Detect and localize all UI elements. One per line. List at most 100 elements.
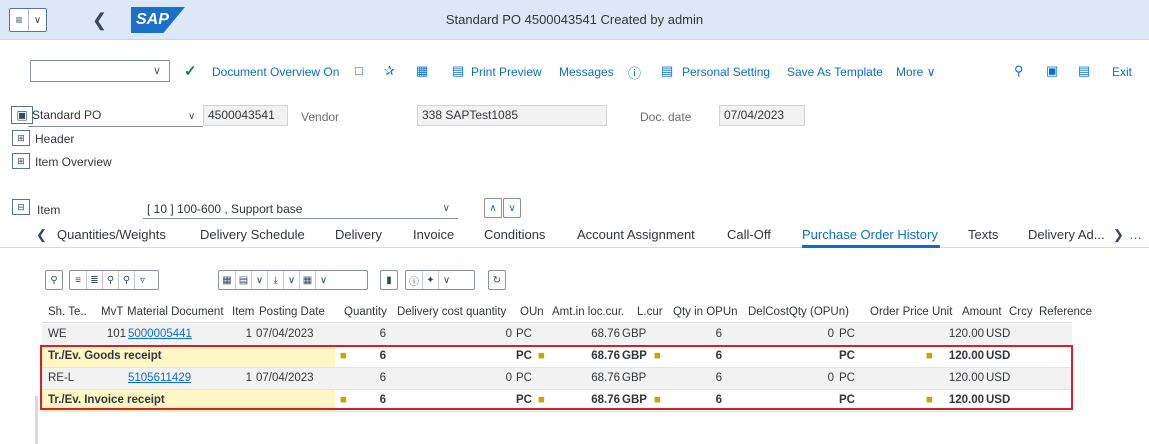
toolbar: ∨ ✓ Document Overview On □ ✰ ▦ ▤ Print P… (0, 57, 1149, 87)
tab-purchase-order-history[interactable]: Purchase Order History (802, 227, 938, 242)
sort-descending-icon[interactable]: ≣ (86, 271, 102, 289)
enter-check-button[interactable]: ✓ (184, 62, 197, 80)
cell-amount: 120.00 (948, 328, 984, 340)
tab-strip: ❮ Quantities/Weights Delivery Schedule D… (0, 224, 1149, 248)
cell-l-cur: GBP (622, 328, 647, 340)
col-header-l-cur[interactable]: L.cur (637, 302, 667, 322)
col-header-delivery-cost-quantity[interactable]: Delivery cost quantity (397, 302, 520, 322)
bar-chart-icon: ▮ (386, 274, 392, 286)
tab-overflow-icon[interactable]: … (1129, 227, 1142, 242)
print-icon[interactable]: ▦ (219, 271, 235, 289)
export-icon[interactable]: ⤓ (267, 271, 283, 289)
refresh-button[interactable]: ↻ (488, 270, 506, 290)
grid-toolbar-group-3: ⓘ ✦ ∨ (405, 270, 475, 290)
collapse-item-icon[interactable]: ⊟ (12, 199, 30, 215)
other-document-icon[interactable]: ▦ (416, 63, 428, 79)
col-header-sh-te[interactable]: Sh. Te.. (48, 302, 98, 322)
cell-item: 1 (245, 328, 252, 340)
tab-scroll-left-icon[interactable]: ❮ (36, 227, 47, 243)
item-select[interactable]: [ 10 ] 100-600 , Support base ∨ (143, 200, 458, 219)
grid-toolbar-group-1: ≡ ≣ ⚲ ⚲ ▿ (69, 270, 159, 290)
save-as-template-button[interactable]: Save As Template (787, 65, 883, 79)
active-tab-indicator (802, 245, 940, 248)
info-icon[interactable]: ⓘ (406, 271, 422, 289)
vendor-field: 338 SAPTest1085 (417, 105, 607, 126)
personal-setting-button[interactable]: Personal Setting (682, 65, 770, 79)
refresh-icon: ↻ (492, 274, 502, 286)
material-document-link[interactable]: 5000005441 (128, 324, 192, 345)
chevron-down-icon[interactable]: ∨ (438, 271, 454, 289)
settings-icon[interactable]: ✦ (422, 271, 438, 289)
col-header-reference[interactable]: Reference (1039, 302, 1099, 322)
col-header-order-price-unit[interactable]: Order Price Unit (870, 302, 958, 322)
expand-item-overview-icon[interactable]: ⊞ (12, 153, 30, 169)
tab-quantities-weights[interactable]: Quantities/Weights (57, 227, 166, 242)
find-next-icon[interactable]: ⚲ (118, 271, 134, 289)
document-overview-button[interactable]: Document Overview On (212, 65, 339, 79)
info-icon[interactable]: ⓘ (628, 63, 641, 82)
sort-ascending-icon[interactable]: ≡ (70, 271, 86, 289)
view-icon[interactable]: ▤ (235, 271, 251, 289)
window-title: Standard PO 4500043541 Created by admin (445, 12, 704, 27)
col-header-material-document[interactable]: Material Document (127, 302, 231, 322)
command-field[interactable]: ∨ (30, 60, 170, 82)
chevron-down-icon: ∨ (442, 203, 450, 214)
grid-toolbar-group-2: ▦ ▤ ∨ ⤓ ∨ ▦ ∨ (218, 270, 368, 290)
title-bar: ≡ ∨ ❮ SAP Standard PO 4500043541 Created… (0, 0, 1149, 40)
expand-header-icon[interactable]: ⊞ (12, 130, 30, 146)
header-section-label[interactable]: Header (35, 132, 74, 146)
new-document-icon[interactable]: □ (355, 63, 363, 78)
col-header-amt-loc-cur[interactable]: Amt.in loc.cur. (552, 302, 634, 322)
chart-button[interactable]: ▮ (380, 270, 398, 290)
tab-delivery-schedule[interactable]: Delivery Schedule (200, 227, 305, 242)
col-header-delcostqty-opun[interactable]: DelCostQty (OPUn) (748, 302, 868, 322)
search-icon[interactable]: ⚲ (1014, 63, 1024, 79)
item-label: Item (37, 203, 61, 217)
chevron-down-icon[interactable]: ∨ (315, 271, 331, 289)
layout-icon[interactable]: ▦ (299, 271, 315, 289)
chevron-down-icon[interactable]: ∨ (283, 271, 299, 289)
col-header-qty-in-opun[interactable]: Qty in OPUn (673, 302, 747, 322)
doc-date-field: 07/04/2023 (719, 105, 805, 126)
doc-type-select[interactable]: Standard PO (28, 106, 203, 127)
col-header-amount[interactable]: Amount (962, 302, 1008, 322)
previous-item-button[interactable]: ∧ (484, 198, 502, 218)
col-header-posting-date[interactable]: Posting Date (259, 302, 337, 322)
print-preview-icon: ▤ (452, 63, 465, 78)
messages-button[interactable]: Messages (559, 65, 614, 79)
display-change-icon[interactable]: ✰ (384, 63, 395, 79)
tab-scroll-right-icon[interactable]: ❯ (1113, 227, 1124, 243)
col-header-quantity[interactable]: Quantity (344, 302, 396, 322)
grid-header-row: Sh. Te.. MvT Material Document Item Post… (42, 302, 1092, 323)
col-header-oun[interactable]: OUn (520, 302, 545, 322)
print-preview-button[interactable]: Print Preview (471, 65, 542, 79)
exit-button[interactable]: Exit (1112, 65, 1132, 79)
more-button[interactable]: More ∨ (896, 65, 935, 79)
find-icon[interactable]: ⚲ (102, 271, 118, 289)
tab-call-off[interactable]: Call-Off (727, 227, 771, 242)
more-label: More (896, 65, 924, 79)
next-item-button[interactable]: ∨ (503, 198, 521, 218)
tab-invoice[interactable]: Invoice (413, 227, 454, 242)
chevron-down-icon: ∨ (926, 65, 936, 79)
item-overview-label[interactable]: Item Overview (35, 155, 112, 169)
tab-texts[interactable]: Texts (968, 227, 998, 242)
cell-order-price-unit: PC (839, 328, 855, 340)
chevron-down-icon: ∨ (152, 65, 161, 77)
table-row[interactable]: WE 101 5000005441 1 07/04/2023 6 0 PC 68… (42, 324, 1072, 346)
details-button[interactable]: ⚲ (45, 270, 63, 290)
tab-delivery[interactable]: Delivery (335, 227, 382, 242)
col-header-crcy[interactable]: Crcy (1009, 302, 1037, 322)
doc-date-label: Doc. date (640, 110, 692, 124)
filter-icon[interactable]: ▿ (134, 271, 150, 289)
tab-delivery-address[interactable]: Delivery Ad... (1028, 227, 1105, 242)
doc-type-value: Standard PO (32, 108, 102, 122)
tab-account-assignment[interactable]: Account Assignment (577, 227, 695, 242)
tab-conditions[interactable]: Conditions (484, 227, 545, 242)
chevron-down-icon[interactable]: ∨ (251, 271, 267, 289)
window-restore-icon[interactable]: ▤ (1078, 63, 1090, 79)
col-header-mvt[interactable]: MvT (101, 302, 125, 322)
chevron-down-icon: ∨ (188, 111, 196, 122)
col-header-item[interactable]: Item (232, 302, 258, 322)
window-icon[interactable]: ▣ (1046, 63, 1058, 79)
